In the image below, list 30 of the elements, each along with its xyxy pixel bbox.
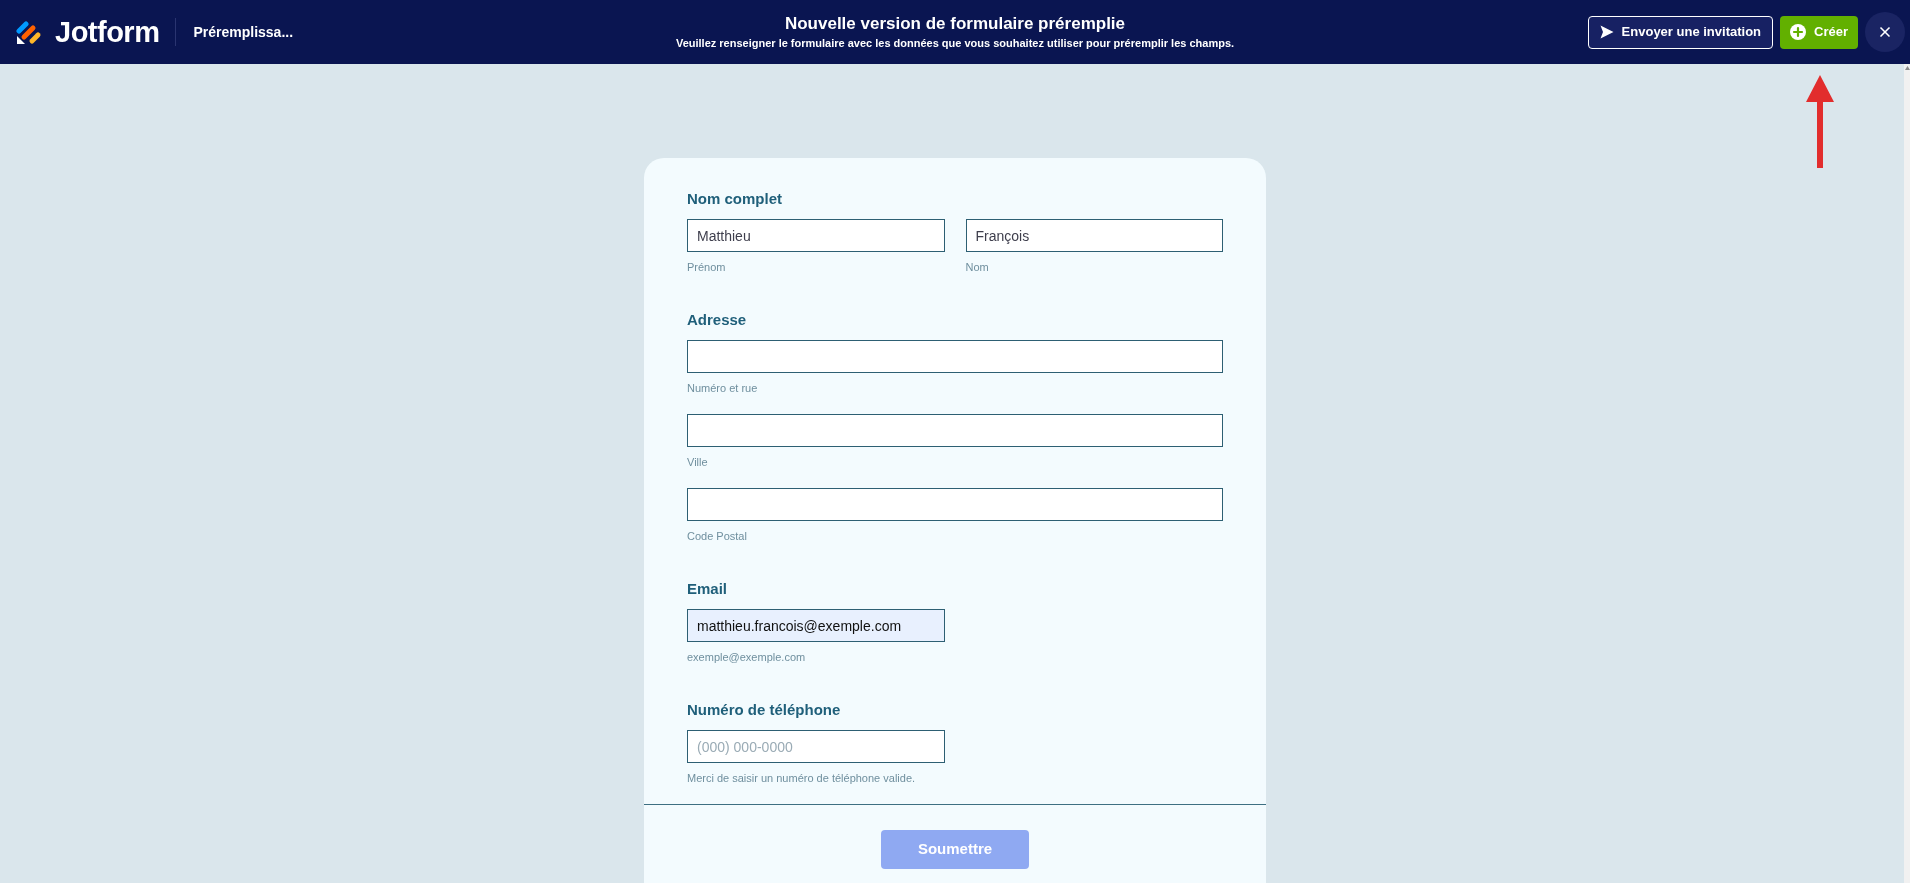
input-field[interactable] [687, 488, 1223, 521]
close-icon [1877, 24, 1893, 40]
field-hint: Code Postal [687, 529, 748, 543]
page-title: Nouvelle version de formulaire préremplie [784, 13, 1126, 35]
input-field[interactable]: matthieu.francois@exemple.com [687, 609, 945, 642]
plus-circle-icon [1790, 24, 1807, 40]
input-field[interactable] [687, 414, 1223, 447]
logo-icon [16, 19, 43, 45]
form-name[interactable]: Préremplissa... [193, 21, 294, 43]
invite-button[interactable]: Envoyer une invitation [1587, 15, 1774, 49]
scrollbar[interactable] [1904, 64, 1910, 883]
field-label: Numéro de téléphone [687, 700, 842, 720]
field-hint: exemple@exemple.com [687, 650, 807, 664]
send-icon [1599, 25, 1614, 39]
field-label: Email [687, 579, 729, 599]
brand-name: Jotform [55, 17, 160, 47]
close-button[interactable] [1865, 12, 1905, 52]
field-label: Adresse [687, 310, 748, 330]
field-hint: Numéro et rue [687, 381, 759, 395]
input-field[interactable]: Matthieu [687, 219, 945, 252]
field-hint: Nom [965, 260, 990, 274]
input-field[interactable]: François [965, 219, 1223, 252]
field-hint: Ville [687, 455, 709, 469]
input-field[interactable] [687, 340, 1223, 373]
field-label: Nom complet [687, 189, 783, 209]
field-hint: Merci de saisir un numéro de téléphone valide. [687, 771, 917, 785]
page-subtitle: Veuillez renseigner le formulaire avec les données que vous souhaitez utiliser pour préremplir les champs. [675, 36, 1235, 51]
field-hint: Prénom [687, 260, 727, 274]
scroll-up-icon [1904, 66, 1910, 70]
input-field[interactable]: (000) 000-0000 [687, 730, 945, 763]
